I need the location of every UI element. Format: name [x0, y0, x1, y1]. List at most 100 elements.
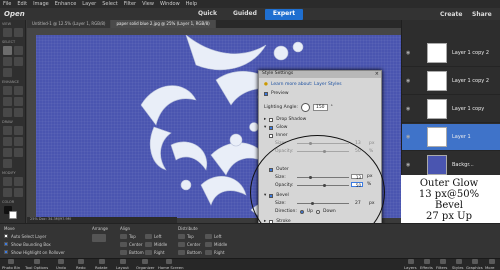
background-color-swatch[interactable] — [9, 211, 17, 219]
annotation-line: 27 px Up — [426, 211, 472, 222]
paint-bucket-tool-icon[interactable] — [3, 137, 12, 146]
zoom-tool-icon[interactable] — [3, 28, 12, 37]
layer-row[interactable]: ◉ Layer 1 — [402, 124, 500, 151]
lighting-angle-value[interactable]: 150 — [312, 104, 328, 111]
fx-icon — [424, 259, 430, 264]
redo-icon — [78, 259, 84, 264]
lighting-angle-dial-icon[interactable] — [300, 103, 310, 112]
toolbox-group-color: COLOR — [2, 200, 15, 204]
menu-filter[interactable]: Filter — [124, 1, 136, 7]
eye-icon[interactable]: ◉ — [406, 162, 410, 168]
eye-icon[interactable]: ◉ — [406, 78, 410, 84]
eye-tool-icon[interactable] — [3, 86, 12, 95]
distribute-center-icon[interactable] — [178, 242, 185, 247]
marquee-tool-icon[interactable] — [14, 46, 23, 55]
menu-file[interactable]: File — [3, 1, 11, 7]
quick-selection-tool-icon[interactable] — [3, 68, 12, 77]
show-bounding-checkbox[interactable] — [4, 242, 8, 246]
doc-tab-paper[interactable]: paper solid blue 2.jpg @ 25% (Layer 1, R… — [111, 20, 216, 28]
menu-view[interactable]: View — [142, 1, 154, 7]
align-left-icon[interactable] — [145, 234, 152, 239]
drop-shadow-checkbox[interactable] — [269, 117, 274, 122]
preview-checkbox[interactable] — [264, 91, 268, 96]
layer-row[interactable]: ◉ Layer 1 copy 2 — [402, 68, 500, 95]
tab-guided[interactable]: Guided — [225, 9, 265, 20]
align-bottom-label: Bottom — [129, 250, 144, 255]
document-tabs: Untitled-1 @ 12.5% (Layer 1, RGB/8) pape… — [27, 20, 401, 28]
content-aware-move-tool-icon[interactable] — [3, 188, 12, 197]
distribute-left-icon[interactable] — [205, 234, 212, 239]
straighten-tool-icon[interactable] — [14, 188, 23, 197]
eye-icon[interactable]: ◉ — [406, 134, 410, 140]
gradient-tool-icon[interactable] — [14, 137, 23, 146]
doc-tab-untitled[interactable]: Untitled-1 @ 12.5% (Layer 1, RGB/8) — [27, 20, 112, 28]
redo-label: Redo — [76, 265, 86, 270]
menu-select[interactable]: Select — [102, 1, 117, 7]
tab-expert[interactable]: Expert — [264, 9, 304, 20]
photo-bin-icon — [8, 259, 14, 264]
distribute-bottom-icon[interactable] — [178, 250, 185, 255]
hand-tool-icon[interactable] — [14, 28, 23, 37]
auto-select-checkbox[interactable] — [4, 234, 8, 238]
glow-checkbox[interactable] — [269, 125, 274, 130]
photo-bin-label: Photo Bin — [2, 265, 21, 270]
close-icon[interactable]: × — [375, 71, 379, 77]
type-tool-icon[interactable] — [14, 148, 23, 157]
align-right-icon[interactable] — [145, 250, 152, 255]
clone-stamp-tool-icon[interactable] — [14, 97, 23, 106]
align-bottom-icon[interactable] — [120, 250, 127, 255]
menu-help[interactable]: Help — [186, 1, 197, 7]
menu-enhance[interactable]: Enhance — [55, 1, 77, 7]
lasso-tool-icon[interactable] — [3, 57, 12, 66]
rotate-icon — [99, 259, 105, 264]
tab-quick[interactable]: Quick — [190, 9, 225, 20]
learn-more-link[interactable]: Learn more about: Layer Styles — [271, 82, 342, 87]
effects-label: Effects — [420, 265, 433, 270]
layer-thumbnail — [427, 155, 447, 175]
graphics-label: Graphics — [466, 265, 483, 270]
blur-tool-icon[interactable] — [3, 108, 12, 117]
create-button[interactable]: Create — [440, 11, 462, 18]
brush-tool-icon[interactable] — [3, 126, 12, 135]
share-button[interactable]: Share — [472, 11, 492, 18]
chevron-right-icon[interactable]: ▸ — [264, 117, 266, 122]
arrange-dropdown[interactable] — [92, 234, 106, 242]
toolbox-group-select: SELECT — [2, 40, 16, 44]
shape-tool-icon[interactable] — [3, 148, 12, 157]
distribute-top-icon[interactable] — [178, 234, 185, 239]
organizer-icon — [142, 259, 148, 264]
align-center-icon[interactable] — [120, 242, 127, 247]
menu-window[interactable]: Window — [160, 1, 180, 7]
align-middle-label: Middle — [154, 242, 168, 247]
inner-glow-checkbox[interactable] — [269, 133, 273, 138]
spot-healing-tool-icon[interactable] — [14, 86, 23, 95]
layer-row[interactable]: ◉ Layer 1 copy — [402, 96, 500, 123]
eye-icon[interactable]: ◉ — [406, 50, 410, 56]
eraser-tool-icon[interactable] — [14, 126, 23, 135]
chevron-down-icon[interactable]: ▾ — [264, 125, 266, 130]
distribute-middle-icon[interactable] — [205, 242, 212, 247]
smart-brush-tool-icon[interactable] — [3, 97, 12, 106]
menu-layer[interactable]: Layer — [82, 1, 96, 7]
arrange-label: Arrange — [92, 226, 108, 231]
organizer-label: Organizer — [136, 265, 155, 270]
recompose-tool-icon[interactable] — [14, 177, 23, 186]
menu-bar: File Edit Image Enhance Layer Select Fil… — [0, 0, 500, 8]
align-middle-icon[interactable] — [145, 242, 152, 247]
more-label: More — [485, 265, 495, 270]
layer-row[interactable]: ◉ Layer 1 copy 2 — [402, 40, 500, 67]
crop-tool-icon[interactable] — [3, 177, 12, 186]
show-highlight-checkbox[interactable] — [4, 250, 8, 254]
eye-icon[interactable]: ◉ — [406, 106, 410, 112]
sponge-tool-icon[interactable] — [14, 108, 23, 117]
learn-more-row: ● Learn more about: Layer Styles — [264, 82, 342, 87]
layer-thumbnail — [427, 71, 447, 91]
menu-image[interactable]: Image — [33, 1, 49, 7]
move-tool-icon[interactable] — [3, 46, 12, 55]
menu-edit[interactable]: Edit — [17, 1, 27, 7]
magic-wand-tool-icon[interactable] — [14, 57, 23, 66]
pencil-tool-icon[interactable] — [3, 159, 12, 168]
open-button[interactable]: Open — [4, 10, 25, 18]
align-top-icon[interactable] — [120, 234, 127, 239]
distribute-right-icon[interactable] — [205, 250, 212, 255]
